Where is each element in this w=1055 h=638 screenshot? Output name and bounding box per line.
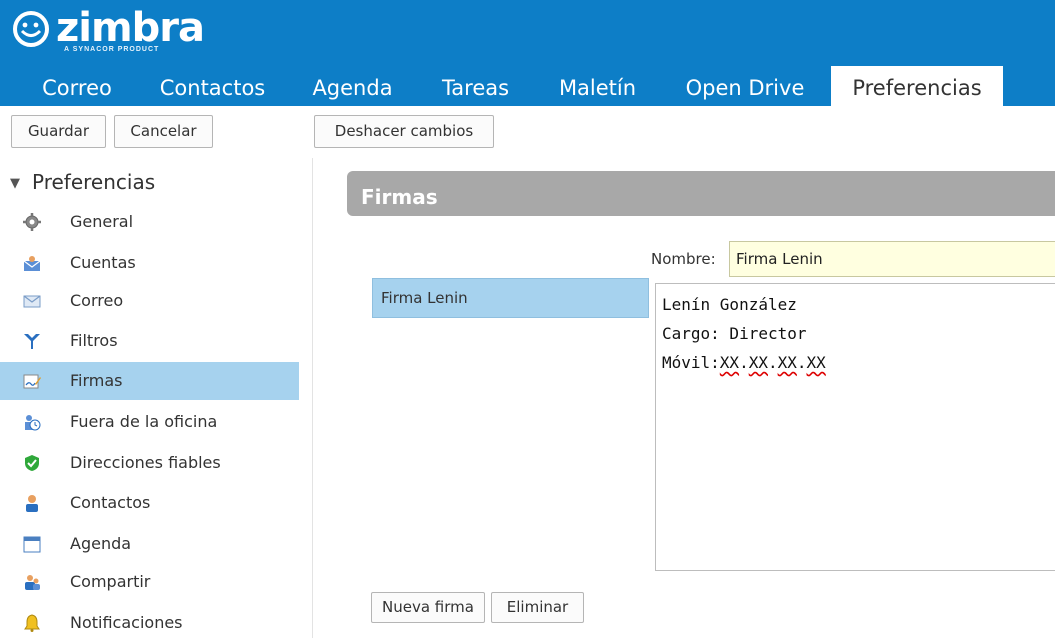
zimbra-logo-icon: [13, 11, 49, 47]
new-signature-button[interactable]: Nueva firma: [371, 592, 485, 623]
tab-tareas[interactable]: Tareas: [428, 66, 523, 106]
delete-signature-button[interactable]: Eliminar: [491, 592, 584, 623]
sidebar-item-label: Cuentas: [70, 253, 136, 272]
envelope-icon: [23, 295, 41, 308]
spellcheck-flag: XX: [748, 353, 768, 372]
section-header: Firmas: [347, 171, 1055, 216]
sidebar-item-agenda[interactable]: Agenda: [0, 525, 299, 563]
sidebar-item-label: General: [70, 212, 134, 231]
section-title: Firmas: [361, 185, 438, 209]
signature-list-item[interactable]: Firma Lenin: [372, 278, 649, 318]
tab-correo[interactable]: Correo: [22, 66, 132, 106]
spellcheck-flag: XX: [777, 353, 797, 372]
cancel-button[interactable]: Cancelar: [114, 115, 213, 148]
bell-icon: [24, 614, 40, 632]
editor-line-text: Móvil:XX.XX.XX.XX: [662, 353, 826, 372]
sidebar-item-direcciones-fiables[interactable]: Direcciones fiables: [0, 444, 299, 482]
filter-icon: [24, 334, 40, 349]
sidebar-item-label: Compartir: [70, 572, 151, 591]
editor-line: Lenín González: [662, 295, 797, 314]
contact-icon: [26, 495, 38, 512]
sidebar-item-contactos[interactable]: Contactos: [0, 484, 299, 522]
sidebar-item-label: Correo: [70, 291, 124, 310]
signature-name-input[interactable]: [729, 241, 1055, 277]
sidebar-item-label: Direcciones fiables: [70, 453, 221, 472]
tab-agenda[interactable]: Agenda: [300, 66, 405, 106]
signature-icon: [23, 374, 41, 389]
editor-line: Cargo: Director: [662, 324, 807, 343]
calendar-icon: [23, 536, 41, 553]
tab-open-drive[interactable]: Open Drive: [670, 66, 820, 106]
sidebar-item-notificaciones[interactable]: Notificaciones: [0, 604, 299, 638]
accounts-icon: [23, 256, 41, 271]
app-header: zimbra A SYNACOR PRODUCT Correo Contacto…: [0, 0, 1055, 106]
spellcheck-flag: XX: [719, 353, 740, 372]
signature-list: Firma Lenin: [372, 278, 649, 318]
sidebar-item-label: Notificaciones: [70, 613, 183, 632]
sidebar-item-label: Filtros: [70, 331, 118, 350]
tab-preferencias[interactable]: Preferencias: [831, 66, 1003, 106]
editor-line-mobile: Móvil:XX.XX.XX.XX: [662, 348, 1055, 377]
collapse-caret-icon[interactable]: ▼: [10, 176, 20, 191]
sidebar-divider: [312, 158, 313, 638]
sidebar-item-compartir[interactable]: Compartir: [0, 563, 299, 601]
preferences-sidebar: ▼ Preferencias General Cuentas Correo Fil…: [0, 158, 300, 638]
share-icon: [25, 575, 40, 590]
logo-tagline: A SYNACOR PRODUCT: [64, 46, 160, 53]
preferences-tree-root[interactable]: ▼ Preferencias: [10, 170, 155, 194]
zimbra-logo[interactable]: zimbra A SYNACOR PRODUCT: [12, 6, 212, 56]
toolbar: Guardar Cancelar Deshacer cambios: [0, 106, 1055, 158]
shield-icon: [25, 455, 39, 471]
sidebar-item-label: Contactos: [70, 493, 151, 512]
sidebar-item-label: Firmas: [70, 371, 123, 390]
undo-changes-button[interactable]: Deshacer cambios: [314, 115, 494, 148]
sidebar-item-label: Fuera de la oficina: [70, 412, 218, 431]
logo-wordmark: zimbra: [56, 5, 205, 51]
save-button[interactable]: Guardar: [11, 115, 106, 148]
signature-editor[interactable]: Lenín González Cargo: Director Móvil:XX.…: [655, 283, 1055, 571]
tab-contactos[interactable]: Contactos: [150, 66, 275, 106]
out-of-office-icon: [25, 415, 41, 431]
sidebar-item-correo[interactable]: Correo: [0, 282, 299, 320]
sidebar-item-label: Agenda: [70, 534, 132, 553]
app-tabs: Correo Contactos Agenda Tareas Maletín O…: [0, 66, 1055, 106]
gear-icon: [23, 213, 41, 231]
sidebar-item-filtros[interactable]: Filtros: [0, 322, 299, 360]
sidebar-item-fuera-de-la-oficina[interactable]: Fuera de la oficina: [0, 403, 299, 441]
tree-root-label: Preferencias: [32, 170, 156, 194]
sidebar-item-general[interactable]: General: [0, 203, 299, 241]
name-field-label: Nombre:: [651, 250, 716, 268]
sidebar-item-firmas[interactable]: Firmas: [0, 362, 299, 400]
tab-maletin[interactable]: Maletín: [545, 66, 650, 106]
sidebar-item-cuentas[interactable]: Cuentas: [0, 244, 299, 282]
spellcheck-flag: XX: [806, 353, 826, 372]
